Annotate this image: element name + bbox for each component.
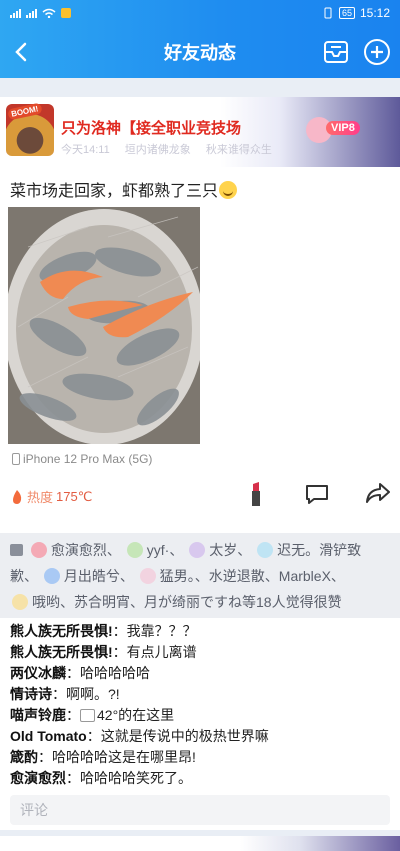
comment-item[interactable]: 熊人族无所畏惧!：我靠？？？ bbox=[10, 621, 390, 642]
image-icon bbox=[80, 709, 95, 722]
post-time: 今天14:11 bbox=[61, 144, 110, 156]
author-name[interactable]: 只为洛神【接全职业竞技场 bbox=[61, 117, 301, 138]
battery-indicator: 65 bbox=[338, 7, 355, 19]
smile-emoji-icon bbox=[219, 181, 238, 199]
comment-item[interactable]: 愈演愈烈：哈哈哈哈笑死了。 bbox=[10, 768, 390, 789]
liker-avatar bbox=[126, 542, 143, 558]
avatar-tag: BOOM! bbox=[7, 102, 43, 121]
feed-post-card: BOOM! 只为洛神【接全职业竞技场 今天14:11 垣内诸佛龙象 秋来谁得众生… bbox=[0, 97, 400, 533]
vip-label: VIP8 bbox=[326, 121, 360, 135]
vibrate-icon bbox=[324, 7, 332, 19]
next-post-header bbox=[0, 836, 400, 851]
comment-icon[interactable] bbox=[304, 483, 330, 505]
page-title: 好友动态 bbox=[164, 43, 236, 63]
notification-icon bbox=[61, 8, 71, 18]
liker-avatar bbox=[189, 542, 206, 558]
message-box-icon[interactable] bbox=[322, 38, 350, 66]
likes-line-2: 歉、 月出皓兮、 猛男。、水逆退散、MarbleX、 bbox=[10, 568, 345, 584]
liker-avatar bbox=[12, 594, 28, 610]
liker-avatar bbox=[257, 542, 274, 558]
comment-item[interactable]: 情诗诗：啊啊。?! bbox=[10, 684, 390, 705]
likes-section: 愈演愈烈、 yyf·、 太岁、 迟无。滑铲致 歉、 月出皓兮、 猛男。、水逆退散… bbox=[0, 533, 400, 618]
chevron-left-icon[interactable] bbox=[8, 38, 36, 66]
wifi-icon bbox=[42, 8, 56, 18]
post-text: 菜市场走回家，虾都熟了三只 bbox=[10, 177, 238, 201]
likes-line-1: 愈演愈烈、 yyf·、 太岁、 迟无。滑铲致 bbox=[10, 537, 390, 563]
post-photo[interactable] bbox=[8, 207, 200, 444]
heat-indicator: 热度 175℃ bbox=[10, 487, 92, 506]
share-icon[interactable] bbox=[364, 481, 392, 505]
comment-item[interactable]: 箴酌：哈哈哈哈这是在哪里昂! bbox=[10, 747, 390, 768]
avatar[interactable]: BOOM! bbox=[6, 102, 54, 156]
comment-input[interactable]: 评论 bbox=[10, 795, 390, 825]
comment-item[interactable]: 熊人族无所畏惧!：有点儿离谱 bbox=[10, 642, 390, 663]
status-bar: 65 15:12 bbox=[0, 0, 400, 26]
signal-4g-icon bbox=[10, 8, 21, 18]
meta-extra-1: 垣内诸佛龙象 bbox=[124, 144, 191, 156]
signal-4g-icon bbox=[26, 8, 37, 18]
meta-extra-2: 秋来谁得众生 bbox=[205, 144, 272, 156]
liker-avatar bbox=[139, 568, 156, 584]
comment-item[interactable]: 两仪冰麟：哈哈哈哈哈 bbox=[10, 663, 390, 684]
post-meta: 今天14:11 垣内诸佛龙象 秋来谁得众生 bbox=[61, 141, 284, 157]
post-header: BOOM! 只为洛神【接全职业竞技场 今天14:11 垣内诸佛龙象 秋来谁得众生… bbox=[0, 97, 400, 167]
likes-line-3: 哦哟、苏合明宵、月が绮丽ですね等18人觉得很赞 bbox=[10, 589, 390, 615]
liker-avatar bbox=[43, 568, 60, 584]
comment-item[interactable]: Old Tomato：这就是传说中的极热世界嘛 bbox=[10, 726, 390, 747]
liker-avatar bbox=[30, 542, 47, 558]
comments-section: 熊人族无所畏惧!：我靠？？？ 熊人族无所畏惧!：有点儿离谱 两仪冰麟：哈哈哈哈哈… bbox=[0, 618, 400, 830]
top-bar: 65 15:12 好友动态 bbox=[0, 0, 400, 78]
vip-badge: VIP8 bbox=[296, 111, 366, 151]
nav-bar: 好友动态 bbox=[0, 26, 400, 78]
phone-icon bbox=[12, 453, 20, 465]
lipstick-icon[interactable] bbox=[249, 481, 263, 507]
device-info: iPhone 12 Pro Max (5G) bbox=[12, 452, 152, 466]
status-time: 15:12 bbox=[359, 6, 390, 20]
comment-item[interactable]: 喵声铃鹿： 42°的在这里 bbox=[10, 705, 390, 726]
flame-icon bbox=[13, 489, 22, 504]
plus-circle-icon[interactable] bbox=[362, 37, 392, 67]
thumb-up-icon bbox=[10, 544, 23, 556]
